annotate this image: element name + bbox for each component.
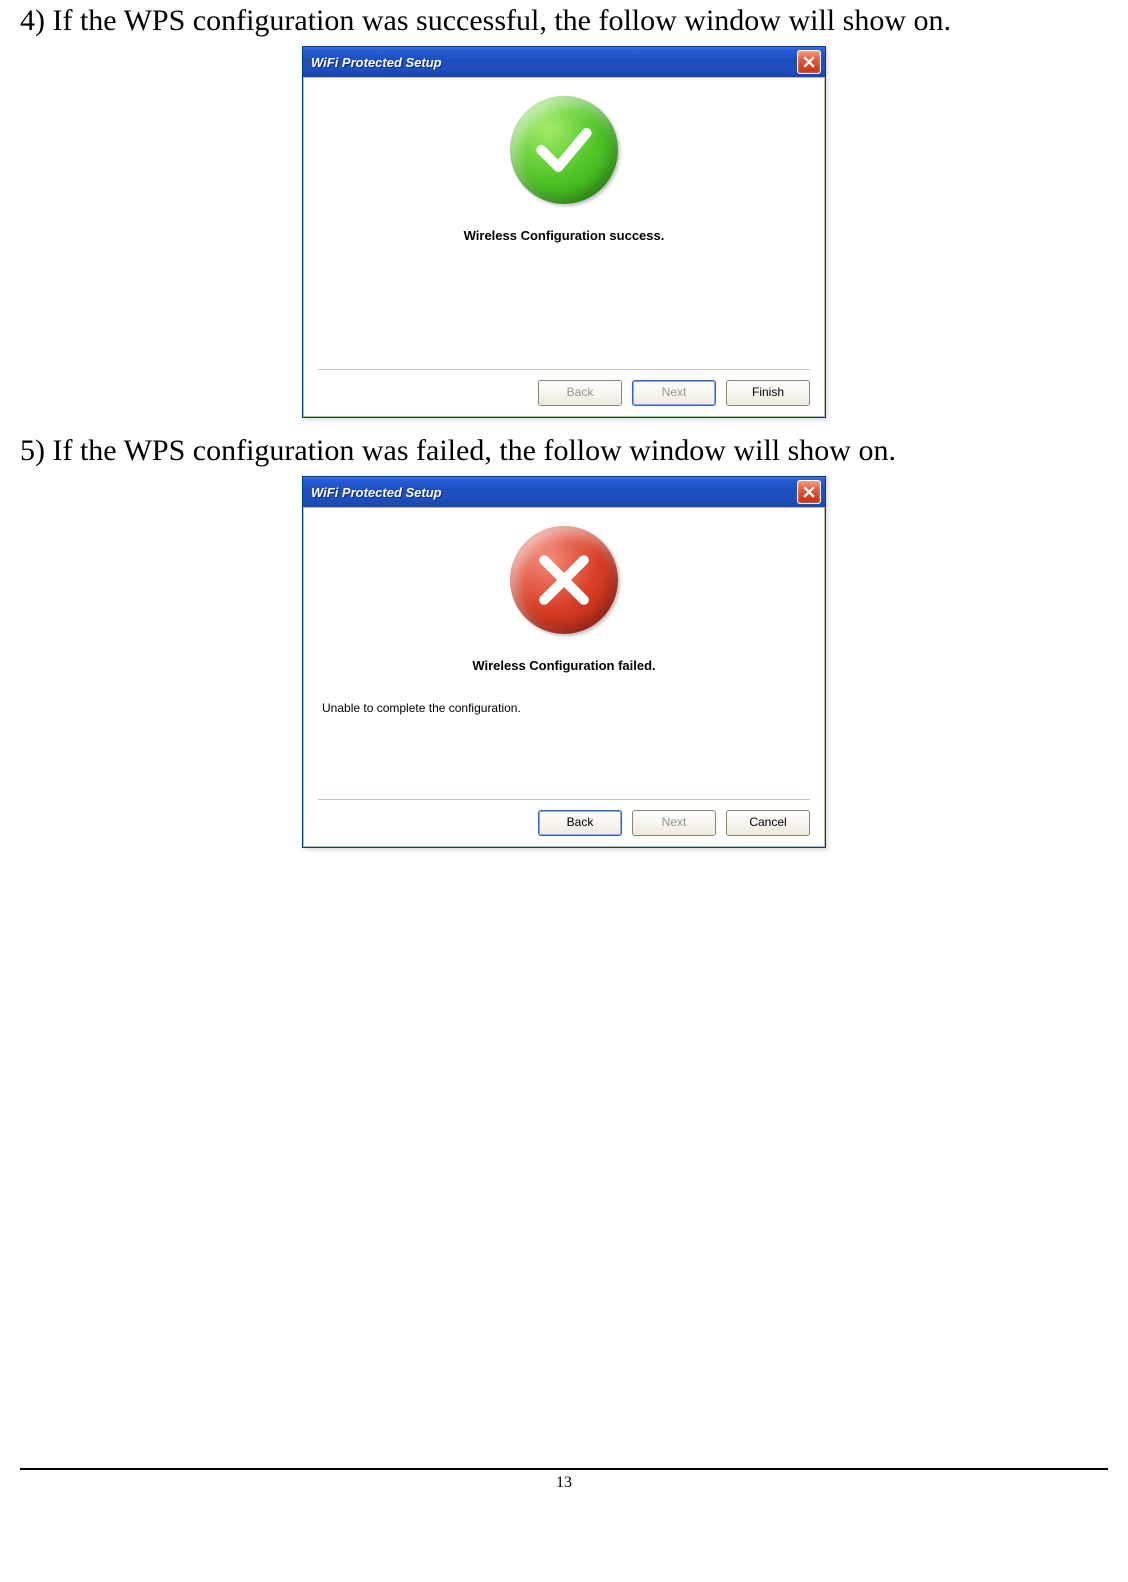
dialog-title: WiFi Protected Setup	[311, 485, 442, 500]
next-button: Next	[632, 810, 716, 836]
next-button: Next	[632, 380, 716, 406]
button-row: Back Next Cancel	[318, 799, 810, 836]
success-message: Wireless Configuration success.	[318, 228, 810, 243]
wps-fail-dialog: WiFi Protected Setup Wireless Configurat…	[302, 476, 826, 848]
fail-sub-message: Unable to complete the configuration.	[322, 701, 810, 715]
dialog-body: Wireless Configuration failed. Unable to…	[303, 507, 825, 847]
titlebar: WiFi Protected Setup	[303, 477, 825, 507]
fail-message: Wireless Configuration failed.	[318, 658, 810, 673]
finish-button[interactable]: Finish	[726, 380, 810, 406]
footer-divider	[20, 1468, 1108, 1470]
close-icon[interactable]	[797, 50, 821, 74]
checkmark-icon	[510, 96, 618, 204]
page-number: 13	[20, 1474, 1108, 1492]
step4-text: 4) If the WPS configuration was successf…	[20, 4, 1108, 38]
footer-area: 13	[20, 1468, 1108, 1492]
status-icon-wrap	[318, 90, 810, 222]
step5-text: 5) If the WPS configuration was failed, …	[20, 434, 1108, 468]
dialog-title: WiFi Protected Setup	[311, 55, 442, 70]
dialog-body: Wireless Configuration success. Back Nex…	[303, 77, 825, 417]
button-row: Back Next Finish	[318, 369, 810, 406]
titlebar: WiFi Protected Setup	[303, 47, 825, 77]
cancel-button[interactable]: Cancel	[726, 810, 810, 836]
back-button[interactable]: Back	[538, 810, 622, 836]
back-button: Back	[538, 380, 622, 406]
status-icon-wrap	[318, 520, 810, 652]
cross-icon	[510, 526, 618, 634]
wps-success-dialog: WiFi Protected Setup Wireless Configurat…	[302, 46, 826, 418]
success-dialog-wrap: WiFi Protected Setup Wireless Configurat…	[20, 46, 1108, 418]
fail-dialog-wrap: WiFi Protected Setup Wireless Configurat…	[20, 476, 1108, 848]
close-icon[interactable]	[797, 480, 821, 504]
